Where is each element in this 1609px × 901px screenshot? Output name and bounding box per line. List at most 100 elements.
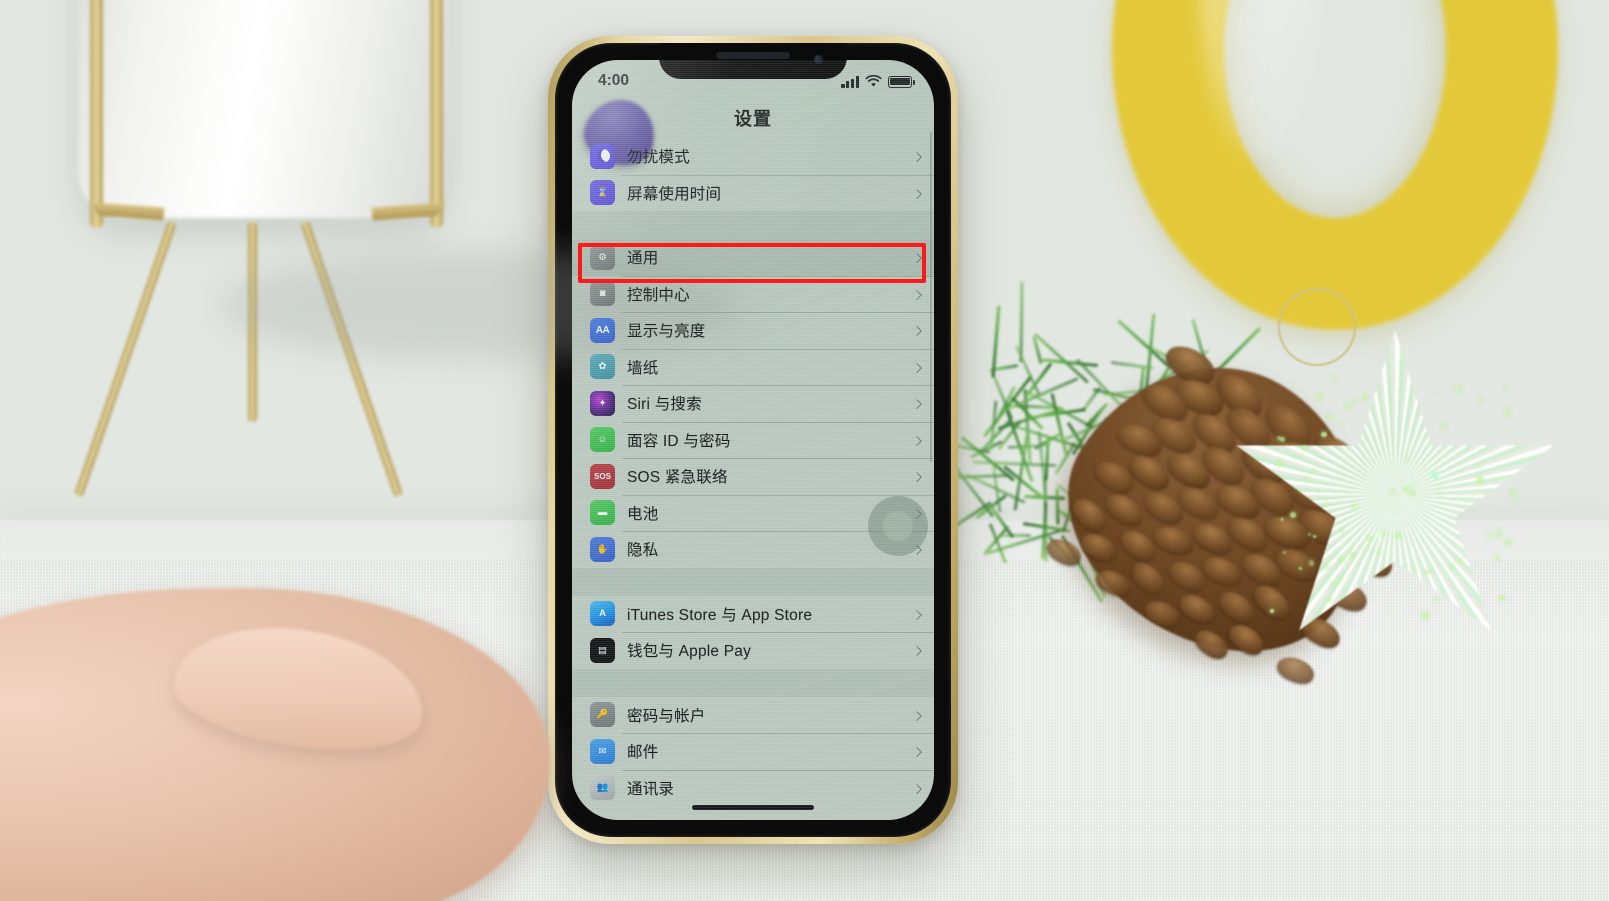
settings-row[interactable]: ⌛ 屏幕使用时间 — [572, 175, 934, 212]
star-sparkle — [1488, 534, 1492, 538]
star-sparkle — [1500, 596, 1505, 601]
star-sparkle — [1332, 377, 1336, 381]
face-id-icon: ☺ — [590, 427, 615, 452]
pine-needle — [1050, 393, 1067, 456]
list-group-separator — [572, 669, 934, 697]
star-sparkle — [1330, 582, 1335, 587]
settings-row[interactable]: 🔑 密码与帐户 — [572, 697, 934, 734]
settings-row-label: 墙纸 — [627, 356, 658, 378]
star-sparkle — [1353, 399, 1356, 402]
phone-screen[interactable]: 4:00 设置 勿扰模式 ⌛ 屏幕使用时间 ⚙ 通用 ◙ 控制中心 AA 显示与亮度 ✿ 墙纸 ✦ Si… — [572, 60, 934, 820]
chevron-right-icon — [912, 189, 922, 199]
settings-row[interactable]: ◙ 控制中心 — [572, 276, 934, 313]
gear-icon: ⚙ — [590, 245, 615, 270]
star-sparkle — [1435, 598, 1438, 601]
settings-row[interactable]: 勿扰模式 — [572, 138, 934, 175]
star-sparkle — [1346, 404, 1350, 408]
wallpaper-flower-icon: ✿ — [590, 354, 615, 379]
star-sparkle — [1317, 394, 1321, 398]
star-sparkle — [1363, 395, 1367, 399]
settings-row-label: 通用 — [627, 246, 658, 268]
home-indicator-bar[interactable] — [692, 805, 814, 810]
settings-row[interactable]: AiTunes Store 与 App Store — [572, 596, 934, 633]
settings-row-label: 显示与亮度 — [627, 319, 706, 341]
settings-row[interactable]: ✿ 墙纸 — [572, 349, 934, 386]
privacy-hand-icon: ✋ — [590, 537, 615, 562]
star-sparkle — [1497, 533, 1501, 537]
star-sparkle — [1426, 569, 1431, 574]
star-shape — [1230, 330, 1560, 660]
chevron-right-icon — [912, 290, 922, 300]
settings-row[interactable]: SOS SOS 紧急联络 — [572, 458, 934, 495]
settings-row-label: 隐私 — [627, 538, 658, 560]
settings-row-label: 控制中心 — [627, 283, 690, 305]
mail-icon: ✉ — [590, 739, 615, 764]
chevron-right-icon — [912, 436, 922, 446]
scrollbar[interactable] — [930, 132, 933, 462]
cellular-bars-icon — [841, 76, 859, 88]
settings-row[interactable]: ✦ Siri 与搜索 — [572, 385, 934, 422]
star-sparkle — [1281, 518, 1284, 521]
star-sparkle — [1497, 528, 1500, 531]
settings-list[interactable]: 勿扰模式 ⌛ 屏幕使用时间 ⚙ 通用 ◙ 控制中心 AA 显示与亮度 ✿ 墙纸 ✦ Siri 与搜索 ☺ 面… — [572, 138, 934, 820]
notch — [659, 43, 847, 79]
chevron-right-icon — [912, 711, 922, 721]
settings-row[interactable]: AA 显示与亮度 — [572, 312, 934, 349]
chevron-right-icon — [912, 747, 922, 757]
settings-row[interactable]: 👥 通讯录 — [572, 770, 934, 807]
settings-row-label: SOS 紧急联络 — [627, 465, 728, 487]
siri-icon: ✦ — [590, 391, 615, 416]
pot-rim-left — [90, 0, 103, 228]
list-group-separator — [572, 568, 934, 596]
pot-rim-right — [430, 0, 443, 228]
settings-row-label: 屏幕使用时间 — [627, 182, 721, 204]
star-sparkle — [1449, 566, 1453, 570]
chevron-right-icon — [912, 399, 922, 409]
settings-row[interactable]: ▤ 钱包与 Apple Pay — [572, 632, 934, 669]
contacts-icon: 👥 — [590, 775, 615, 800]
settings-row-label: iTunes Store 与 App Store — [627, 603, 812, 625]
page-title: 设置 — [572, 98, 934, 138]
chevron-right-icon — [912, 610, 922, 620]
star-sparkle — [1496, 556, 1500, 560]
chevron-right-icon — [912, 363, 922, 373]
settings-row-label: 钱包与 Apple Pay — [627, 639, 751, 661]
app-store-icon: A — [590, 601, 615, 626]
list-group-separator — [572, 211, 934, 239]
star-sparkle — [1341, 529, 1344, 532]
settings-row-label: 电池 — [627, 502, 658, 524]
star-sparkle — [1411, 491, 1415, 495]
star-sparkle — [1321, 432, 1327, 438]
tripod-leg-left — [74, 221, 177, 498]
chevron-right-icon — [912, 784, 922, 794]
star-sparkle — [1455, 386, 1461, 392]
settings-row[interactable]: ✉ 邮件 — [572, 733, 934, 770]
settings-row[interactable]: ☺ 面容 ID 与密码 — [572, 422, 934, 459]
battery-icon: ▬ — [590, 500, 615, 525]
status-time: 4:00 — [598, 72, 629, 90]
earpiece-speaker — [716, 52, 790, 59]
star-sparkle — [1270, 609, 1274, 613]
star-sparkle — [1328, 415, 1333, 420]
chevron-right-icon — [912, 253, 922, 263]
pointing-hand — [0, 588, 670, 901]
star-sparkle — [1457, 558, 1461, 562]
settings-row-label: Siri 与搜索 — [627, 392, 702, 414]
chevron-right-icon — [912, 326, 922, 336]
settings-row-label: 邮件 — [627, 740, 658, 762]
chevron-right-icon — [912, 152, 922, 162]
star-sparkle — [1299, 567, 1302, 570]
star-sparkle — [1340, 422, 1342, 424]
star-sparkle — [1325, 564, 1329, 568]
pine-needle — [1045, 437, 1050, 480]
chevron-right-icon — [912, 646, 922, 656]
star-sparkle — [1470, 506, 1473, 509]
star-sparkle — [1511, 490, 1516, 495]
front-camera-icon — [814, 55, 823, 64]
settings-row[interactable]: ⚙ 通用 — [572, 239, 934, 276]
chevron-right-icon — [912, 472, 922, 482]
assistive-touch-button[interactable] — [868, 496, 928, 556]
planter-pot — [78, 0, 450, 218]
sos-icon: SOS — [590, 464, 615, 489]
star-sparkle — [1290, 512, 1296, 518]
